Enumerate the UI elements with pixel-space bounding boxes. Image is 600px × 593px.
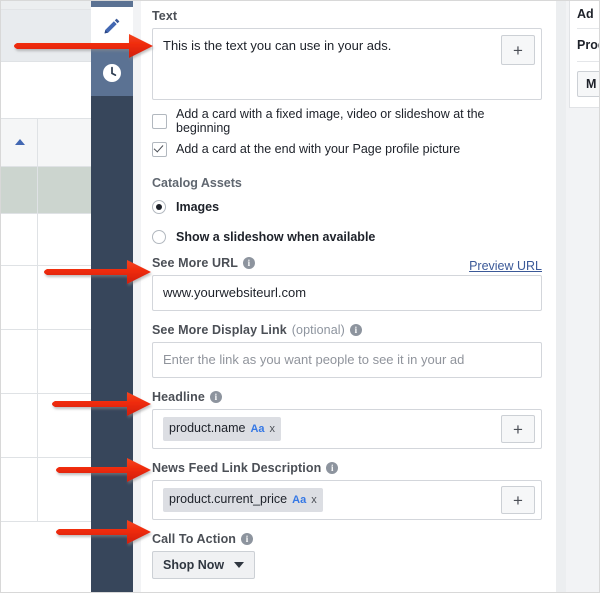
text-field[interactable]: This is the text you can use in your ads… bbox=[152, 28, 542, 100]
table-cell[interactable] bbox=[1, 119, 38, 166]
headline-token-remove-icon[interactable]: x bbox=[270, 420, 276, 438]
table-row[interactable] bbox=[1, 119, 97, 167]
see-more-url-field[interactable]: www.yourwebsiteurl.com bbox=[152, 275, 542, 311]
see-more-display-link-caption: See More Display Link bbox=[152, 323, 287, 337]
right-side-panel: Ad Prod M bbox=[566, 1, 600, 593]
text-add-token-button[interactable]: + bbox=[501, 35, 535, 65]
table-cell[interactable] bbox=[38, 266, 97, 329]
table-cell[interactable] bbox=[38, 458, 97, 521]
news-feed-token-text: product.current_price bbox=[169, 490, 287, 508]
radio-slideshow[interactable] bbox=[152, 230, 166, 244]
see-more-url-value[interactable]: www.yourwebsiteurl.com bbox=[153, 276, 541, 310]
info-icon[interactable]: i bbox=[326, 462, 338, 474]
table-row[interactable] bbox=[1, 266, 97, 330]
headline-token-text: product.name bbox=[169, 419, 245, 437]
catalog-assets-heading: Catalog Assets bbox=[152, 176, 542, 190]
table-cell[interactable] bbox=[1, 167, 38, 213]
spreadsheet-grid bbox=[1, 119, 97, 593]
news-feed-link-description-caption: News Feed Link Description bbox=[152, 461, 321, 475]
spreadsheet-selected-band bbox=[1, 10, 97, 62]
radio-slideshow-label: Show a slideshow when available bbox=[176, 230, 375, 244]
headline-label-caption: Headline bbox=[152, 390, 205, 404]
table-cell[interactable] bbox=[38, 214, 97, 265]
info-icon[interactable]: i bbox=[350, 324, 362, 336]
chevron-down-icon bbox=[234, 562, 244, 568]
preview-url-link[interactable]: Preview URL bbox=[469, 259, 542, 273]
news-feed-link-description-label: News Feed Link Description i bbox=[152, 461, 542, 475]
spreadsheet-top-band bbox=[1, 1, 97, 10]
headline-token-format-icon[interactable]: Aa bbox=[250, 420, 264, 438]
see-more-display-link-placeholder[interactable]: Enter the link as you want people to see… bbox=[153, 343, 541, 377]
table-cell[interactable] bbox=[38, 167, 97, 213]
radio-images[interactable] bbox=[152, 200, 166, 214]
see-more-display-link-label: See More Display Link (optional) i bbox=[152, 323, 542, 337]
info-icon[interactable]: i bbox=[210, 391, 222, 403]
info-icon[interactable]: i bbox=[241, 533, 253, 545]
table-row[interactable] bbox=[1, 167, 97, 214]
call-to-action-label: Call To Action i bbox=[152, 532, 542, 546]
news-feed-link-description-value[interactable]: product.current_price Aa x bbox=[153, 481, 501, 519]
background-spreadsheet-app bbox=[1, 1, 97, 593]
see-more-url-label: See More URL i bbox=[152, 256, 255, 270]
right-panel-divider bbox=[577, 28, 600, 29]
text-field-label: Text bbox=[152, 9, 542, 23]
checkbox-fixed-card[interactable] bbox=[152, 114, 167, 129]
news-feed-add-token-button[interactable]: + bbox=[501, 486, 535, 514]
table-cell[interactable] bbox=[1, 214, 38, 265]
text-field-value[interactable]: This is the text you can use in your ads… bbox=[153, 29, 501, 63]
headline-value[interactable]: product.name Aa x bbox=[153, 410, 501, 448]
right-panel-title: Ad bbox=[577, 7, 600, 28]
table-cell[interactable] bbox=[1, 330, 38, 393]
see-more-url-label-caption: See More URL bbox=[152, 256, 238, 270]
headline-label: Headline i bbox=[152, 390, 542, 404]
table-cell[interactable] bbox=[38, 330, 97, 393]
news-feed-link-description-field[interactable]: product.current_price Aa x + bbox=[152, 480, 542, 520]
news-feed-token-remove-icon[interactable]: x bbox=[311, 491, 317, 509]
rail-tab-history[interactable] bbox=[91, 54, 133, 96]
headline-field[interactable]: product.name Aa x + bbox=[152, 409, 542, 449]
rail-tab-edit[interactable] bbox=[91, 7, 133, 49]
screenshot-root: Text This is the text you can use in you… bbox=[0, 0, 600, 593]
table-cell[interactable] bbox=[1, 458, 38, 521]
radio-images-label: Images bbox=[176, 200, 219, 214]
call-to-action-label-caption: Call To Action bbox=[152, 532, 236, 546]
see-more-url-label-row: See More URL i Preview URL bbox=[152, 256, 542, 275]
table-cell[interactable] bbox=[1, 266, 38, 329]
radio-row-slideshow[interactable]: Show a slideshow when available bbox=[152, 222, 542, 252]
see-more-display-link-field[interactable]: Enter the link as you want people to see… bbox=[152, 342, 542, 378]
table-row[interactable] bbox=[1, 330, 97, 394]
radio-row-images[interactable]: Images bbox=[152, 192, 542, 222]
table-row[interactable] bbox=[1, 458, 97, 522]
clock-icon bbox=[102, 63, 122, 88]
headline-add-token-button[interactable]: + bbox=[501, 415, 535, 443]
checkbox-row-end-card[interactable]: Add a card at the end with your Page pro… bbox=[152, 136, 542, 162]
right-panel-button[interactable]: M bbox=[577, 71, 600, 97]
spreadsheet-blank-band bbox=[1, 62, 97, 119]
table-cell[interactable] bbox=[38, 119, 97, 166]
call-to-action-value: Shop Now bbox=[163, 558, 224, 572]
call-to-action-dropdown[interactable]: Shop Now bbox=[152, 551, 255, 579]
info-icon[interactable]: i bbox=[243, 257, 255, 269]
table-cell[interactable] bbox=[1, 394, 38, 457]
sort-ascending-icon[interactable] bbox=[15, 139, 25, 145]
right-panel-card: Ad Prod M bbox=[569, 1, 600, 108]
headline-token[interactable]: product.name Aa x bbox=[163, 417, 281, 441]
news-feed-token[interactable]: product.current_price Aa x bbox=[163, 488, 323, 512]
table-row[interactable] bbox=[1, 394, 97, 458]
text-label-caption: Text bbox=[152, 9, 177, 23]
checkbox-row-fixed-card[interactable]: Add a card with a fixed image, video or … bbox=[152, 108, 542, 134]
ad-creative-form-panel: Text This is the text you can use in you… bbox=[141, 1, 556, 593]
left-icon-rail bbox=[91, 1, 133, 593]
checkbox-fixed-card-label: Add a card with a fixed image, video or … bbox=[176, 107, 542, 135]
see-more-display-link-optional: (optional) bbox=[292, 323, 345, 337]
right-panel-divider bbox=[577, 61, 600, 62]
news-feed-token-format-icon[interactable]: Aa bbox=[292, 491, 306, 509]
table-row[interactable] bbox=[1, 214, 97, 266]
table-cell[interactable] bbox=[38, 394, 97, 457]
right-panel-subtitle: Prod bbox=[577, 38, 600, 61]
checkbox-end-card-label: Add a card at the end with your Page pro… bbox=[176, 142, 460, 156]
pencil-icon bbox=[102, 16, 122, 41]
panel-gap bbox=[556, 1, 566, 593]
checkbox-end-card[interactable] bbox=[152, 142, 167, 157]
